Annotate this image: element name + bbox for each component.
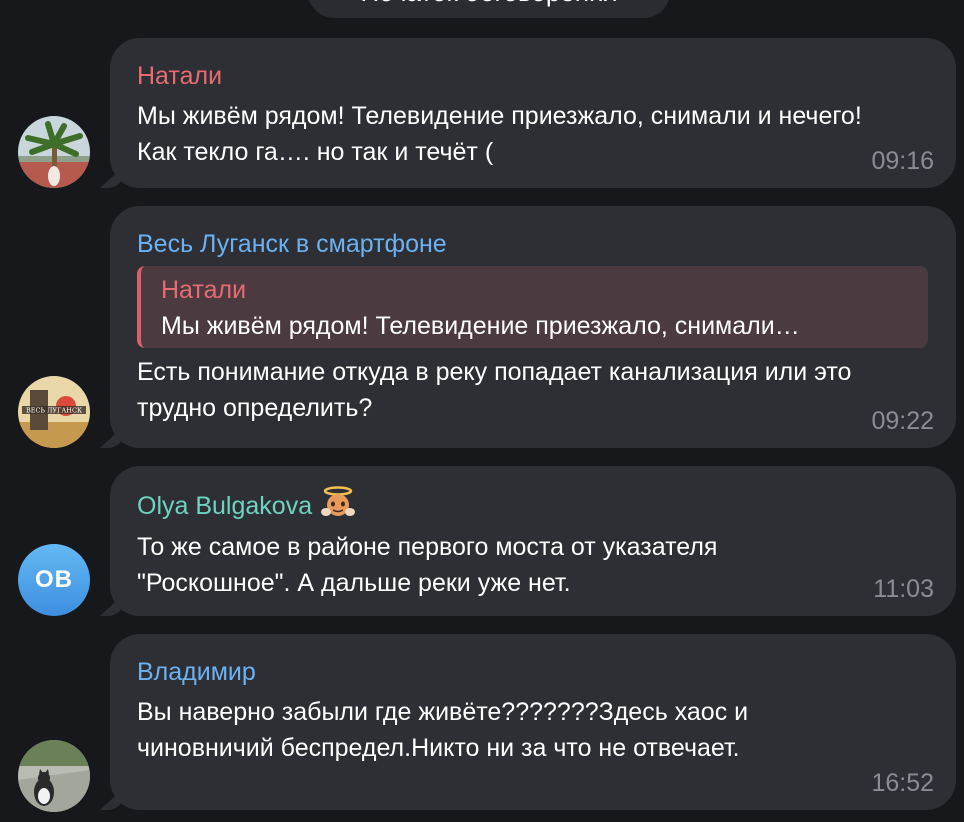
message-bubble[interactable]: Владимир Вы наверно забыли где живёте???… bbox=[110, 634, 956, 810]
message-text: То же самое в районе первого моста от ук… bbox=[137, 533, 718, 597]
avatar-natali[interactable] bbox=[18, 116, 90, 188]
cat-photo bbox=[18, 740, 90, 812]
service-message: Початок обговорення bbox=[308, 0, 670, 18]
sender-name[interactable]: Весь Луганск в смартфоне bbox=[137, 226, 928, 262]
message-time: 09:16 bbox=[871, 147, 934, 175]
reply-quote[interactable]: Натали Мы живём рядом! Телевидение приез… bbox=[137, 266, 928, 348]
message-time: 16:52 bbox=[871, 769, 934, 797]
lugansk-sign-photo: ВЕСЬ ЛУГАНСК bbox=[18, 376, 90, 448]
message-time: 09:22 bbox=[871, 407, 934, 435]
message-text: Мы живём рядом! Телевидение приезжало, с… bbox=[137, 102, 862, 166]
message-text: Вы наверно забыли где живёте???????Здесь… bbox=[137, 698, 749, 762]
sender-name[interactable]: Olya Bulgakova bbox=[137, 488, 312, 524]
palm-tree-photo bbox=[18, 116, 90, 188]
message-bubble[interactable]: Натали Мы живём рядом! Телевидение приез… bbox=[110, 38, 956, 188]
avatar-lugansk-channel[interactable]: ВЕСЬ ЛУГАНСК bbox=[18, 376, 90, 448]
message-bubble[interactable]: Olya Bulgakova То же самое в районе перв… bbox=[110, 466, 956, 616]
message-bubble[interactable]: Весь Луганск в смартфоне Натали Мы живём… bbox=[110, 206, 956, 448]
angel-emoji-icon bbox=[318, 486, 358, 525]
svg-text:ВЕСЬ ЛУГАНСК: ВЕСЬ ЛУГАНСК bbox=[26, 407, 82, 415]
avatar-vladimir[interactable] bbox=[18, 740, 90, 812]
reply-sender-name: Натали bbox=[161, 276, 247, 304]
avatar-initials[interactable]: OB bbox=[18, 544, 90, 616]
chat-history: Початок обговорення Натали Мы живём рядо… bbox=[0, 0, 964, 822]
reply-text: Мы живём рядом! Телевидение приезжало, с… bbox=[161, 312, 800, 340]
message-time: 11:03 bbox=[873, 575, 934, 603]
sender-name[interactable]: Натали bbox=[137, 58, 928, 94]
message-text: Есть понимание откуда в реку попадает ка… bbox=[137, 358, 852, 422]
sender-name[interactable]: Владимир bbox=[137, 654, 928, 690]
